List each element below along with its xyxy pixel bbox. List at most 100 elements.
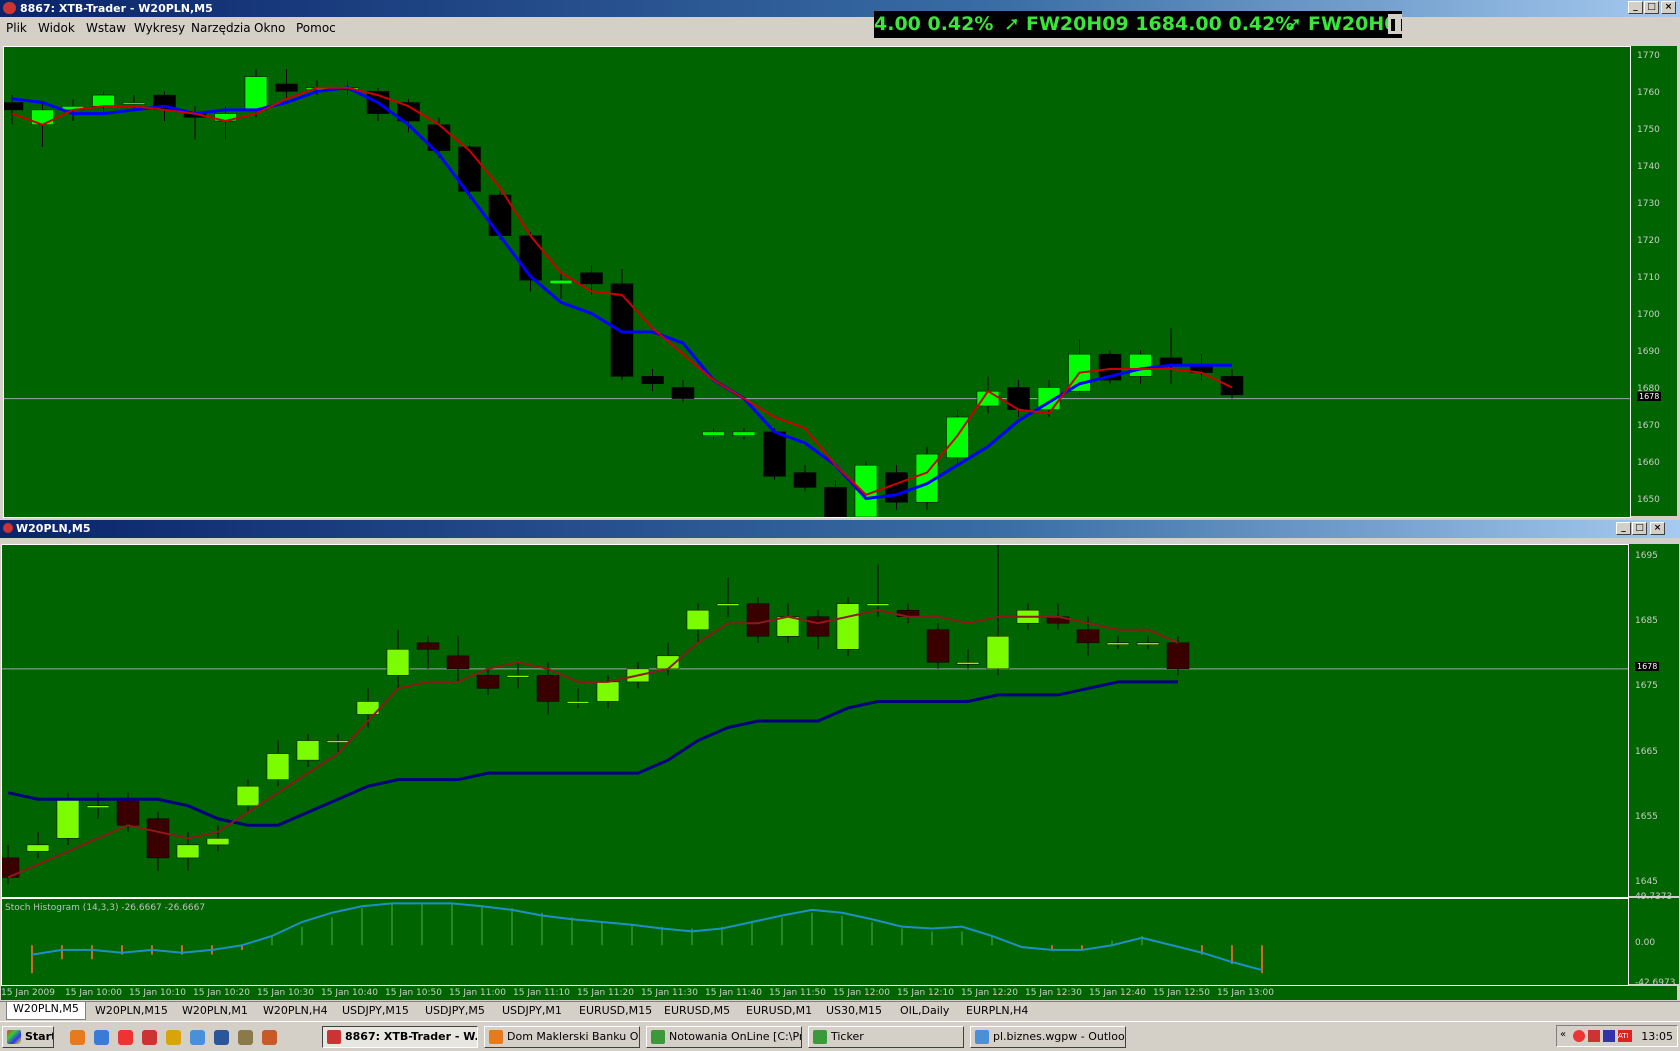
time-tick-label: 15 Jan 11:40 (705, 988, 762, 998)
time-tick-label: 15 Jan 11:30 (641, 988, 698, 998)
price-tick-label: 1760 (1637, 88, 1660, 99)
candle-body (275, 83, 298, 92)
candle-body (566, 701, 590, 704)
candle-body (326, 740, 350, 743)
chart-tab[interactable]: W20PLN,M5 (6, 1002, 86, 1020)
time-tick-label: 15 Jan 12:00 (833, 988, 890, 998)
ati-icon[interactable]: ATI (1618, 1030, 1632, 1042)
up-arrow-icon: ➚ (1004, 13, 1020, 35)
candle-body (986, 636, 1010, 670)
app-icon[interactable] (238, 1030, 253, 1045)
candle-body (732, 431, 756, 436)
candle-body (806, 616, 830, 637)
price-tick-label: 1770 (1637, 51, 1660, 62)
chart-tab[interactable]: EURPLN,H4 (966, 1004, 1028, 1017)
time-tick-label: 15 Jan 10:40 (321, 988, 378, 998)
bottom-candlestick-chart (2, 545, 1628, 884)
app-icon[interactable] (262, 1030, 277, 1045)
notowania-icon (651, 1030, 665, 1044)
top-price-axis: 1770 1760 1750 1740 1730 1720 1710 1700 1690 1680… (1630, 46, 1677, 516)
candle-body (702, 431, 725, 436)
price-tick-label: 1655 (1635, 811, 1658, 822)
candle-body (716, 603, 740, 606)
price-tick-label: 1660 (1637, 458, 1660, 469)
stoch-pane[interactable]: Stoch Histogram (14,3,3) -26.6667 -26.66… (1, 898, 1629, 986)
time-tick-label: 15 Jan 12:50 (1153, 988, 1210, 998)
time-tick-label: 15 Jan 11:50 (769, 988, 826, 998)
outlook-icon[interactable] (190, 1030, 205, 1045)
app-icon[interactable] (166, 1030, 181, 1045)
candle-body (776, 616, 800, 637)
price-tick-label: 1695 (1635, 551, 1658, 562)
chart-tab[interactable]: W20PLN,M15 (95, 1004, 168, 1017)
candle-body (1076, 629, 1100, 644)
time-tick-label: 15 Jan 12:40 (1089, 988, 1146, 998)
candle-body (580, 272, 603, 285)
chart-tab[interactable]: EURUSD,M5 (664, 1004, 730, 1017)
app-icon[interactable] (118, 1030, 133, 1045)
close-button[interactable]: × (1661, 1, 1676, 14)
chart-tab[interactable]: EURUSD,M1 (746, 1004, 812, 1017)
chart-tab[interactable]: USDJPY,M1 (502, 1004, 562, 1017)
candle-body (116, 798, 140, 826)
start-button[interactable]: Start (2, 1026, 54, 1048)
tray-expand-icon[interactable]: « (1560, 1029, 1566, 1040)
price-tick-label: 0.00 (1635, 938, 1656, 949)
close-button[interactable]: × (1650, 522, 1665, 535)
chart-tab[interactable]: USDJPY,M5 (425, 1004, 485, 1017)
menu-item[interactable]: Wstaw (86, 21, 126, 35)
maximize-button[interactable]: □ (1644, 1, 1659, 14)
shield-icon[interactable] (1603, 1030, 1615, 1042)
price-tick-label: 1665 (1635, 746, 1658, 757)
menu-item[interactable]: Pomoc (296, 21, 336, 35)
chart-tab[interactable]: OIL,Daily (900, 1004, 949, 1017)
word-icon[interactable] (214, 1030, 229, 1045)
minimize-button[interactable]: _ (1628, 1, 1643, 14)
chart-tab[interactable]: W20PLN,H4 (263, 1004, 328, 1017)
ma-slow-line (7, 680, 1178, 827)
stoch-histogram (31, 902, 1263, 974)
time-tick-label: 15 Jan 12:20 (961, 988, 1018, 998)
firefox-icon[interactable] (70, 1030, 85, 1045)
time-tick-label: 15 Jan 10:30 (257, 988, 314, 998)
minimize-button[interactable]: _ (1616, 522, 1631, 535)
menu-item[interactable]: Wykresy (134, 21, 185, 35)
app-icon[interactable] (142, 1030, 157, 1045)
menu-item[interactable]: Widok (38, 21, 75, 35)
pause-icon[interactable]: ❚❚ (1388, 14, 1402, 34)
taskbar-button-label: Dom Maklerski Banku Oc... (507, 1030, 639, 1043)
chart-tab[interactable]: USDJPY,M15 (342, 1004, 409, 1017)
taskbar-button-ticker[interactable]: Ticker (808, 1026, 964, 1048)
tray-icon[interactable] (1573, 1030, 1585, 1042)
price-tick-label: 1685 (1635, 616, 1658, 627)
maximize-button[interactable]: □ (1632, 522, 1647, 535)
candle-body (926, 629, 950, 663)
candle-body (824, 487, 847, 517)
candle-body (610, 283, 634, 377)
menu-item[interactable]: Okno (254, 21, 285, 35)
taskbar-button-xtb-trader[interactable]: 8867: XTB-Trader - W... (322, 1026, 478, 1048)
time-tick-label: 15 Jan 11:20 (577, 988, 634, 998)
top-chart-pane[interactable] (3, 46, 1631, 518)
bottom-chart-pane[interactable] (1, 544, 1629, 898)
chart-tab[interactable]: US30,M15 (826, 1004, 882, 1017)
time-tick-label: 15 Jan 10:50 (385, 988, 442, 998)
taskbar-button-outlook[interactable]: pl.biznes.wgpw - Outloo... (970, 1026, 1126, 1048)
time-tick-label: 15 Jan 13:00 (1217, 988, 1274, 998)
ie-icon[interactable] (94, 1030, 109, 1045)
menu-item[interactable]: Plik (6, 21, 27, 35)
menu-item[interactable]: Narzędzia (191, 21, 251, 35)
price-tick-label: 1675 (1635, 681, 1658, 692)
tray-icon[interactable] (1588, 1030, 1600, 1042)
chart-window-title-bar: W20PLN,M5 _ □ × (0, 520, 1680, 538)
current-price-tag: 1678 (1637, 391, 1662, 401)
app-title-bar: 8867: XTB-Trader - W20PLN,M5 _ □ × (0, 0, 1680, 17)
chart-tab[interactable]: W20PLN,M1 (182, 1004, 248, 1017)
taskbar-button-firefox[interactable]: Dom Maklerski Banku Oc... (484, 1026, 640, 1048)
time-tick-label: 15 Jan 11:10 (513, 988, 570, 998)
candle-body (1007, 387, 1030, 410)
chart-tab[interactable]: EURUSD,M15 (579, 1004, 652, 1017)
clock: 13:05 (1641, 1030, 1673, 1043)
taskbar-button-label: Notowania OnLine [C:\Pr... (669, 1030, 802, 1043)
taskbar-button-notowania[interactable]: Notowania OnLine [C:\Pr... (646, 1026, 802, 1048)
